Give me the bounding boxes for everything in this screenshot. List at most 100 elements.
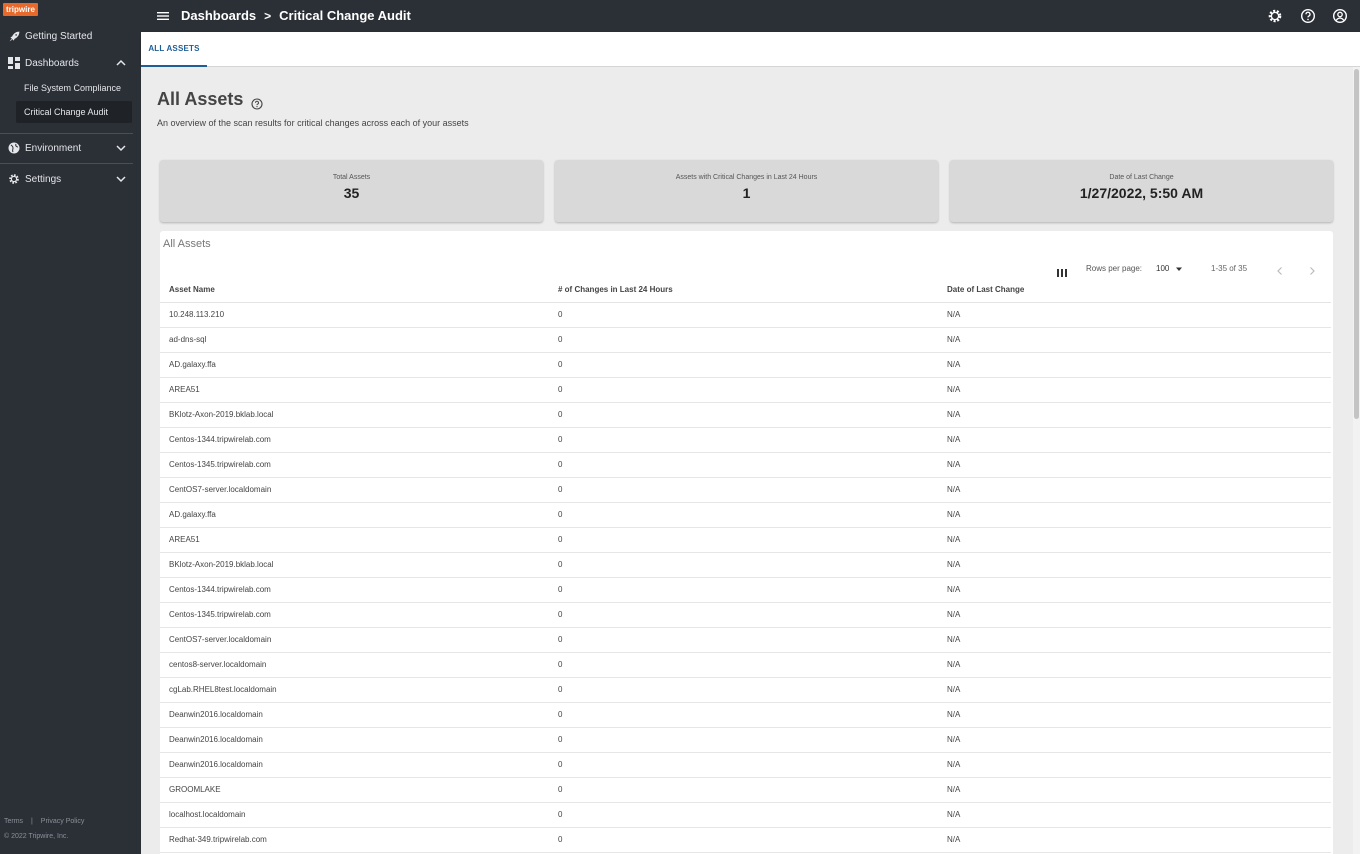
table-row[interactable]: GROOMLAKE 0 N/A xyxy=(160,777,1331,803)
stat-label: Date of Last Change xyxy=(1109,174,1174,181)
cell-asset-name: GROOMLAKE xyxy=(160,777,549,803)
help-icon[interactable] xyxy=(1300,8,1316,24)
footer-separator: | xyxy=(31,818,33,825)
cell-date-last-change: N/A xyxy=(938,527,1331,553)
cell-changes-24h: 0 xyxy=(549,577,938,603)
footer-links: Terms | Privacy Policy xyxy=(4,818,90,825)
table-row[interactable]: localhost.localdomain 0 N/A xyxy=(160,802,1331,828)
sidebar-subitem-critical-change-audit[interactable]: Critical Change Audit xyxy=(16,101,132,123)
column-header-date-last-change[interactable]: Date of Last Change xyxy=(938,278,1331,303)
table-row[interactable]: Redhat-349.tripwirelab.com 0 N/A xyxy=(160,827,1331,853)
cell-asset-name: CentOS7-server.localdomain xyxy=(160,477,549,503)
cell-changes-24h: 0 xyxy=(549,802,938,828)
pagination-range: 1-35 of 35 xyxy=(1211,264,1248,273)
table-row[interactable]: AD.galaxy.ffa 0 N/A xyxy=(160,502,1331,528)
breadcrumb-dashboards[interactable]: Dashboards xyxy=(181,8,256,23)
cell-changes-24h: 0 xyxy=(549,602,938,628)
table-row[interactable]: Deanwin2016.localdomain 0 N/A xyxy=(160,702,1331,728)
cell-changes-24h: 0 xyxy=(549,677,938,703)
cell-changes-24h: 0 xyxy=(549,302,938,328)
cell-changes-24h: 0 xyxy=(549,477,938,503)
page-scrollbar[interactable] xyxy=(1353,67,1360,854)
cell-changes-24h: 0 xyxy=(549,627,938,653)
sidebar-subitem-label: Critical Change Audit xyxy=(24,107,109,117)
table-row[interactable]: CentOS7-server.localdomain 0 N/A xyxy=(160,477,1331,503)
column-header-asset-name[interactable]: Asset Name xyxy=(160,278,549,303)
rows-per-page-value: 100 xyxy=(1156,264,1170,273)
cell-changes-24h: 0 xyxy=(549,352,938,378)
cell-date-last-change: N/A xyxy=(938,352,1331,378)
table-row[interactable]: BKlotz-Axon-2019.bklab.local 0 N/A xyxy=(160,552,1331,578)
rocket-icon xyxy=(7,29,21,43)
cell-asset-name: BKlotz-Axon-2019.bklab.local xyxy=(160,402,549,428)
table-row[interactable]: centos8-server.localdomain 0 N/A xyxy=(160,652,1331,678)
table-row[interactable]: ad-dns-sql 0 N/A xyxy=(160,327,1331,353)
cell-asset-name: AD.galaxy.ffa xyxy=(160,352,549,378)
cell-asset-name: Centos-1345.tripwirelab.com xyxy=(160,602,549,628)
sidebar-item-getting-started[interactable]: Getting Started xyxy=(0,23,141,49)
table-row[interactable]: AD.galaxy.ffa 0 N/A xyxy=(160,352,1331,378)
sidebar-divider xyxy=(0,133,133,134)
sidebar-item-dashboards[interactable]: Dashboards xyxy=(0,50,141,76)
caret-down-icon xyxy=(1175,265,1183,273)
sidebar-subitem-file-system-compliance[interactable]: File System Compliance xyxy=(16,77,132,99)
hamburger-menu-icon[interactable] xyxy=(156,9,170,23)
cell-changes-24h: 0 xyxy=(549,552,938,578)
scrollbar-thumb[interactable] xyxy=(1354,69,1359,419)
rows-per-page-select[interactable]: 100 xyxy=(1156,264,1183,273)
sidebar-item-environment[interactable]: Environment xyxy=(0,135,141,161)
table-row[interactable]: Centos-1345.tripwirelab.com 0 N/A xyxy=(160,602,1331,628)
sidebar-item-settings[interactable]: Settings xyxy=(0,166,141,192)
view-columns-icon[interactable] xyxy=(1056,265,1068,277)
gear-icon xyxy=(7,172,21,186)
table-row[interactable]: Deanwin2016.localdomain 0 N/A xyxy=(160,727,1331,753)
table-row[interactable]: CentOS7-server.localdomain 0 N/A xyxy=(160,627,1331,653)
table-row[interactable]: Centos-1345.tripwirelab.com 0 N/A xyxy=(160,452,1331,478)
cell-changes-24h: 0 xyxy=(549,777,938,803)
cell-date-last-change: N/A xyxy=(938,752,1331,778)
table-row[interactable]: AREA51 0 N/A xyxy=(160,377,1331,403)
cell-asset-name: 10.248.113.210 xyxy=(160,302,549,328)
table-row[interactable]: 10.248.113.210 0 N/A xyxy=(160,302,1331,328)
cell-date-last-change: N/A xyxy=(938,377,1331,403)
terms-link[interactable]: Terms xyxy=(4,818,23,825)
cell-date-last-change: N/A xyxy=(938,302,1331,328)
next-page-button[interactable] xyxy=(1307,263,1317,275)
cell-date-last-change: N/A xyxy=(938,452,1331,478)
stat-value: 35 xyxy=(343,185,360,201)
table-row[interactable]: Deanwin2016.localdomain 0 N/A xyxy=(160,752,1331,778)
breadcrumb: Dashboards > Critical Change Audit xyxy=(181,8,411,23)
cell-date-last-change: N/A xyxy=(938,627,1331,653)
tab-all-assets[interactable]: ALL ASSETS xyxy=(141,32,207,67)
sidebar-item-label: Settings xyxy=(25,173,62,185)
cell-asset-name: cgLab.RHEL8test.localdomain xyxy=(160,677,549,703)
cell-changes-24h: 0 xyxy=(549,452,938,478)
table-row[interactable]: AREA51 0 N/A xyxy=(160,527,1331,553)
tab-bar: ALL ASSETS xyxy=(141,32,1360,67)
cell-date-last-change: N/A xyxy=(938,802,1331,828)
cell-date-last-change: N/A xyxy=(938,777,1331,803)
cell-changes-24h: 0 xyxy=(549,327,938,353)
previous-page-button[interactable] xyxy=(1275,263,1285,275)
copyright: © 2022 Tripwire, Inc. xyxy=(4,833,69,840)
settings-gear-icon[interactable] xyxy=(1267,8,1283,24)
help-circle-icon[interactable] xyxy=(251,94,263,110)
chevron-down-icon[interactable] xyxy=(115,142,127,154)
cell-asset-name: CentOS7-server.localdomain xyxy=(160,627,549,653)
table-row[interactable]: cgLab.RHEL8test.localdomain 0 N/A xyxy=(160,677,1331,703)
stat-label: Total Assets xyxy=(332,174,371,181)
table-row[interactable]: Centos-1344.tripwirelab.com 0 N/A xyxy=(160,577,1331,603)
table-header-row: Asset Name # of Changes in Last 24 Hours… xyxy=(160,278,1331,303)
assets-table: Asset Name # of Changes in Last 24 Hours… xyxy=(160,278,1331,853)
cell-asset-name: Deanwin2016.localdomain xyxy=(160,702,549,728)
breadcrumb-critical-change-audit: Critical Change Audit xyxy=(279,8,411,23)
account-icon[interactable] xyxy=(1332,8,1348,24)
stat-value: 1/27/2022, 5:50 AM xyxy=(1079,185,1204,201)
column-header-changes-24h[interactable]: # of Changes in Last 24 Hours xyxy=(549,278,938,303)
chevron-up-icon[interactable] xyxy=(115,57,127,69)
sidebar-item-label: Dashboards xyxy=(25,57,79,69)
table-row[interactable]: BKlotz-Axon-2019.bklab.local 0 N/A xyxy=(160,402,1331,428)
privacy-policy-link[interactable]: Privacy Policy xyxy=(41,818,85,825)
table-row[interactable]: Centos-1344.tripwirelab.com 0 N/A xyxy=(160,427,1331,453)
chevron-down-icon[interactable] xyxy=(115,173,127,185)
